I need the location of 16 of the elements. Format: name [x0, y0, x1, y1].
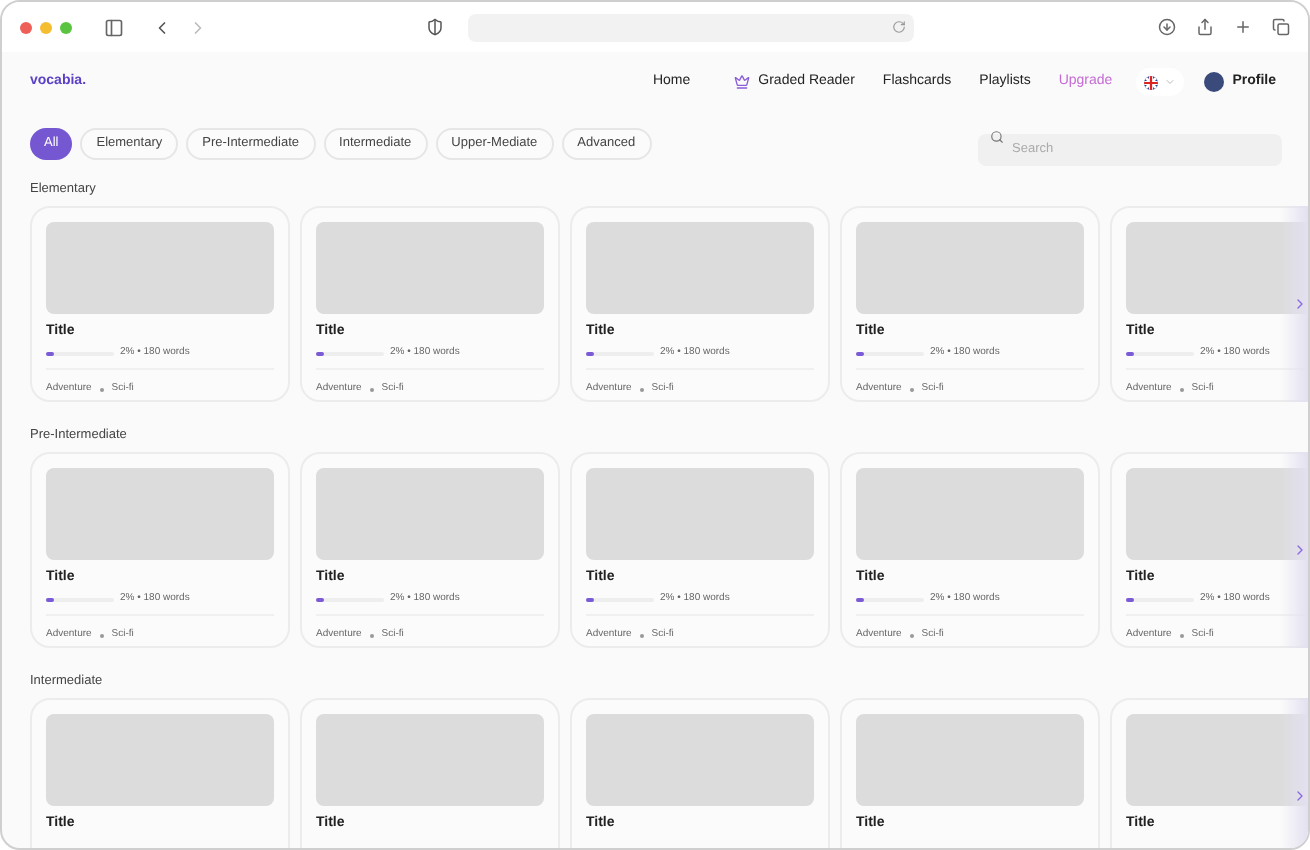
shield-icon[interactable] — [426, 18, 444, 36]
chevron-down-icon — [1164, 76, 1177, 88]
crown-icon — [734, 74, 751, 90]
flag-icon — [1144, 75, 1159, 89]
language-select[interactable] — [1136, 68, 1185, 96]
avatar[interactable] — [1204, 72, 1225, 92]
new-tab-icon[interactable] — [1234, 18, 1252, 36]
tabs-icon[interactable] — [1272, 18, 1290, 36]
search-icon — [990, 129, 1004, 143]
reload-icon[interactable] — [892, 20, 906, 34]
chevron-right-icon — [1292, 788, 1308, 804]
chevron-right-icon — [1292, 296, 1308, 312]
share-icon[interactable] — [1196, 18, 1214, 36]
chevron-right-icon — [1292, 542, 1308, 558]
sidebar-icon[interactable] — [104, 17, 124, 37]
download-icon[interactable] — [1158, 18, 1176, 36]
